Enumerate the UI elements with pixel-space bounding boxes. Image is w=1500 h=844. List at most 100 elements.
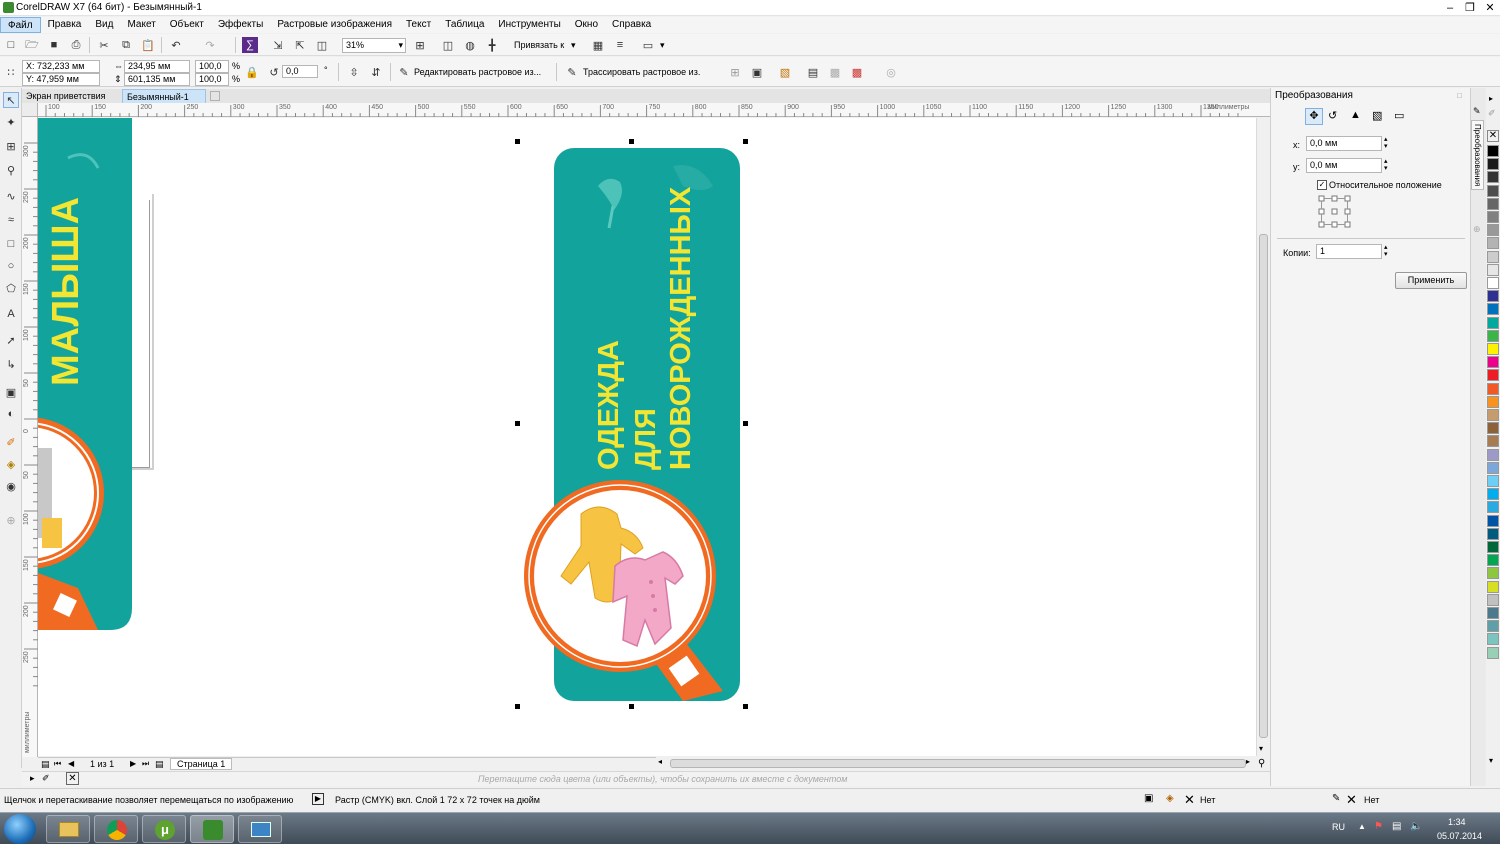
smart-fill-icon[interactable]: ◉ (3, 478, 19, 494)
eyedropper-icon[interactable]: ✐ (3, 434, 19, 450)
transparency-icon[interactable]: ◐ (3, 406, 19, 422)
menu-view[interactable]: Вид (88, 17, 120, 33)
color-swatch[interactable] (1487, 567, 1499, 580)
shape-tool-icon[interactable]: ✦ (3, 114, 19, 130)
apply-button[interactable]: Применить (1395, 272, 1467, 289)
snap-to-button[interactable]: Привязать к (514, 40, 564, 51)
show-rulers-icon[interactable]: ◍ (462, 37, 478, 53)
y-spinner-icon[interactable]: ▴ ▾ (1384, 158, 1388, 172)
menu-edit[interactable]: Правка (41, 17, 89, 33)
x-position-input[interactable]: 0,0 мм (1306, 136, 1382, 151)
to-back-icon[interactable]: ▩ (849, 64, 865, 80)
volume-icon[interactable]: 🔈 (1410, 821, 1422, 832)
add-page-icon[interactable]: ▤ (155, 759, 164, 770)
mirror-vertical-icon[interactable]: ⇵ (368, 64, 384, 80)
color-swatch[interactable] (1487, 329, 1499, 342)
width-field[interactable]: 234,95 мм (124, 60, 190, 73)
taskbar-window[interactable] (238, 815, 282, 843)
pick-tool-icon[interactable]: ↖ (3, 92, 19, 108)
taskbar-coreldraw[interactable] (190, 815, 234, 843)
position-x-field[interactable]: X: 732,233 мм (22, 60, 100, 73)
color-swatch[interactable] (1487, 554, 1499, 567)
crop-tool-icon[interactable]: ⊞ (3, 138, 19, 154)
polygon-tool-icon[interactable]: ⬠ (3, 280, 19, 296)
color-swatch[interactable] (1487, 593, 1499, 606)
y-position-input[interactable]: 0,0 мм (1306, 158, 1382, 173)
last-page-icon[interactable]: ⏭ (142, 759, 149, 769)
menu-layout[interactable]: Макет (120, 17, 162, 33)
first-page-icon[interactable]: ⏮ (54, 759, 61, 769)
mirror-horizontal-icon[interactable]: ⇳ (346, 64, 362, 80)
color-swatch[interactable] (1487, 263, 1499, 276)
dimension-tool-icon[interactable]: ➚ (3, 332, 19, 348)
menu-help[interactable]: Справка (605, 17, 658, 33)
ellipse-tool-icon[interactable]: ○ (3, 258, 19, 274)
horizontal-scrollbar[interactable]: ◂ ▸ (656, 757, 1256, 770)
lock-ratio-icon[interactable]: 🔒 (244, 64, 260, 80)
zoom-level-field[interactable]: 31% ▾ (342, 38, 406, 53)
color-proofing-icon[interactable]: ▣ (1144, 793, 1153, 804)
artistic-media-icon[interactable]: ≈ (3, 212, 19, 228)
color-swatch[interactable] (1487, 343, 1499, 355)
publish-pdf-icon[interactable]: ◫ (314, 37, 330, 53)
color-swatch[interactable] (1487, 171, 1499, 184)
color-swatch[interactable] (1487, 158, 1499, 171)
menu-object[interactable]: Объект (163, 17, 211, 33)
selection-handle[interactable] (515, 704, 520, 709)
color-swatch[interactable] (1487, 435, 1499, 448)
scroll-left-icon[interactable]: ◂ (658, 757, 662, 766)
palette-scroll-up-icon[interactable]: ▸ (1489, 94, 1493, 103)
trace-bitmap-icon[interactable]: ✎ (564, 64, 580, 80)
color-swatch[interactable] (1487, 395, 1499, 408)
taskbar-chrome[interactable] (94, 815, 138, 843)
tab-untitled-1[interactable]: Безымянный-1 (122, 89, 206, 103)
color-swatch[interactable] (1487, 145, 1499, 157)
color-swatch[interactable] (1487, 382, 1499, 395)
clock-time[interactable]: 1:34 (1448, 817, 1466, 827)
fill-icon[interactable]: ◈ (1166, 793, 1174, 804)
menu-tools[interactable]: Инструменты (491, 17, 567, 33)
color-swatch[interactable] (1487, 646, 1499, 659)
color-swatch[interactable] (1487, 237, 1499, 250)
palette-arrow-icon[interactable]: ▸ (30, 773, 35, 784)
text-wrap-icon[interactable]: ▤ (805, 64, 821, 80)
color-swatch[interactable] (1487, 461, 1499, 474)
prev-page-icon[interactable]: ◀ (68, 759, 74, 768)
to-front-icon[interactable]: ▩ (827, 64, 843, 80)
open-icon[interactable]: 🗁 (24, 37, 40, 53)
page-tab[interactable]: Страница 1 (170, 758, 233, 770)
docker-close-icon[interactable]: □ (1457, 91, 1462, 100)
add-tool-icon[interactable]: ⊕ (3, 512, 19, 528)
color-swatch[interactable] (1487, 620, 1499, 633)
no-color-swatch-icon[interactable]: ✕ (1487, 130, 1499, 142)
resample-icon[interactable]: ▣ (749, 64, 765, 80)
menu-effects[interactable]: Эффекты (211, 17, 270, 33)
color-swatch[interactable] (1487, 527, 1499, 540)
page-icon[interactable]: ▤ (41, 759, 50, 770)
undo-icon[interactable]: ↶ (168, 37, 184, 53)
selection-handle[interactable] (515, 139, 520, 144)
rotation-angle-field[interactable]: 0,0 (282, 65, 318, 78)
menu-text[interactable]: Текст (399, 17, 438, 33)
redo-icon[interactable]: ↷ (202, 37, 218, 53)
ruler-origin[interactable] (22, 103, 38, 117)
maximize-icon[interactable]: ❐ (1460, 1, 1480, 15)
color-swatch[interactable] (1487, 422, 1499, 435)
rotate-icon[interactable]: ↺ (266, 64, 282, 80)
color-swatch[interactable] (1487, 277, 1499, 289)
relative-position-checkbox[interactable]: ✓ (1317, 180, 1327, 190)
play-icon[interactable]: ▶ (312, 793, 324, 805)
drawing-canvas[interactable]: МАЛЫША ОДЕЖДА ДЛЯ НОВОРОЖДЕННЫХ (38, 118, 1256, 756)
color-swatch[interactable] (1487, 369, 1499, 382)
scroll-right-icon[interactable]: ▸ (1246, 757, 1250, 766)
color-swatch[interactable] (1487, 184, 1499, 197)
taskbar-explorer[interactable] (46, 815, 90, 843)
horizontal-ruler[interactable]: 100 150 200 250 300 350 400 450 500 550 600 650 700 7… (38, 103, 1270, 117)
network-icon[interactable]: ▤ (1392, 821, 1401, 832)
selection-handle[interactable] (515, 421, 520, 426)
outline-pen-icon[interactable]: ✎ (1332, 793, 1340, 804)
menu-bitmaps[interactable]: Растровые изображения (270, 17, 399, 33)
bitmap-color-mask-icon[interactable]: ▧ (777, 64, 793, 80)
zoom-tool-icon[interactable]: ⚲ (3, 162, 19, 178)
scroll-thumb[interactable] (670, 759, 1246, 768)
